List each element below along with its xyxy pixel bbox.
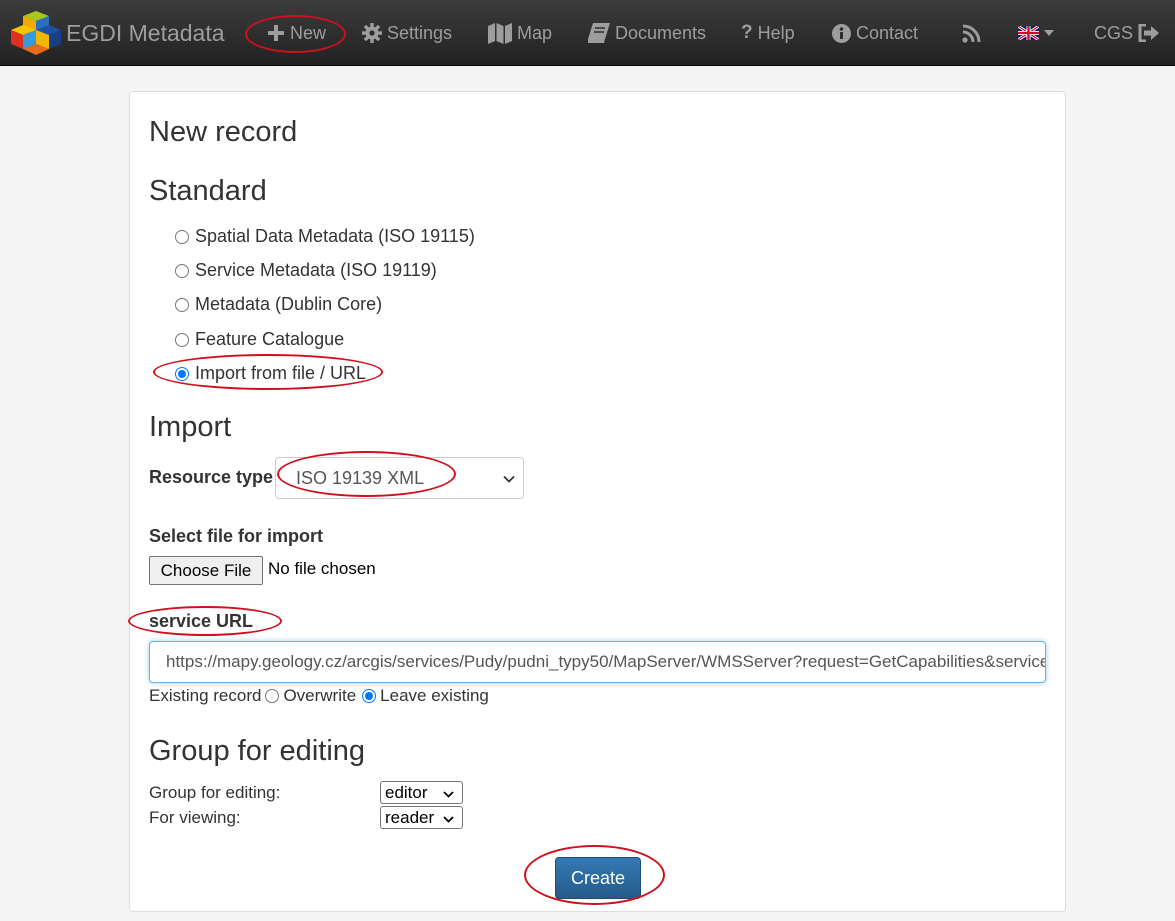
question-icon: ? [741, 22, 753, 43]
nav-documents[interactable]: Documents [588, 0, 706, 66]
nav-help[interactable]: ? Help [741, 0, 795, 66]
logo-cube-icon [11, 11, 61, 55]
select-file-label: Select file for import [149, 526, 324, 546]
choose-file-button[interactable]: Choose File [149, 556, 263, 585]
standard-option-label: Import from file / URL [195, 363, 367, 383]
import-heading: Import [149, 411, 232, 443]
uk-flag-icon [1018, 26, 1039, 40]
leave-existing-label: Leave existing [380, 686, 489, 705]
radio-button[interactable] [175, 263, 189, 278]
nav-settings-label: Settings [387, 22, 453, 43]
plus-icon [267, 24, 285, 42]
page-title: New record [149, 116, 298, 148]
rss-icon [962, 24, 981, 43]
chevron-down-icon [443, 808, 454, 828]
radio-button[interactable] [175, 229, 189, 244]
nav-settings[interactable]: Settings [362, 0, 452, 66]
existing-record-row: Existing record Overwrite Leave existing [149, 686, 489, 706]
nav-documents-label: Documents [615, 22, 707, 43]
group-editing-label: Group for editing: [149, 783, 281, 802]
resource-type-select[interactable]: ISO 19139 XML [275, 457, 524, 499]
standard-option-dublin-core[interactable]: Metadata (Dublin Core) [175, 294, 382, 315]
service-url-input[interactable]: https://mapy.geology.cz/arcgis/services/… [149, 641, 1046, 683]
nav-rss[interactable] [962, 0, 981, 66]
nav-user-logout[interactable]: CGS [1094, 0, 1160, 66]
chevron-down-icon [443, 783, 454, 803]
service-url-label: service URL [149, 611, 254, 631]
nav-new[interactable]: New [267, 0, 326, 66]
resource-type-label: Resource type [149, 467, 274, 487]
standard-option-iso19119[interactable]: Service Metadata (ISO 19119) [175, 260, 437, 281]
resource-type-value: ISO 19139 XML [296, 467, 425, 488]
overwrite-label: Overwrite [283, 686, 357, 705]
create-button[interactable]: Create [555, 857, 641, 899]
nav-user-label: CGS [1094, 22, 1134, 43]
viewing-label: For viewing: [149, 808, 241, 827]
leave-existing-radio[interactable] [362, 689, 377, 703]
standard-option-label: Spatial Data Metadata (ISO 19115) [195, 226, 475, 246]
logout-icon [1138, 24, 1160, 42]
viewing-value: reader [385, 807, 435, 827]
top-navbar: EGDI Metadata New Settings Map Documents… [0, 0, 1175, 66]
standard-heading: Standard [149, 175, 267, 207]
standard-option-label: Metadata (Dublin Core) [195, 294, 383, 314]
group-editing-value: editor [385, 782, 428, 802]
new-record-panel: New record Standard Spatial Data Metadat… [128, 91, 1066, 912]
radio-button[interactable] [175, 332, 189, 347]
radio-button-checked[interactable] [175, 366, 189, 381]
language-dropdown[interactable] [1018, 0, 1054, 66]
nav-new-label: New [290, 22, 327, 43]
nav-contact[interactable]: Contact [832, 0, 918, 66]
nav-map-label: Map [517, 22, 553, 43]
map-icon [488, 22, 512, 44]
standard-option-feature-catalogue[interactable]: Feature Catalogue [175, 329, 344, 350]
no-file-text: No file chosen [268, 559, 376, 578]
gear-icon [362, 23, 382, 43]
chevron-down-icon [503, 468, 515, 489]
radio-button[interactable] [175, 297, 189, 312]
book-icon [588, 23, 610, 43]
standard-option-import[interactable]: Import from file / URL [175, 363, 366, 384]
standard-option-iso19115[interactable]: Spatial Data Metadata (ISO 19115) [175, 226, 475, 247]
group-heading: Group for editing [149, 735, 366, 767]
nav-help-label: Help [757, 22, 795, 43]
overwrite-radio[interactable] [265, 689, 280, 703]
nav-map[interactable]: Map [488, 0, 552, 66]
caret-down-icon [1044, 30, 1054, 36]
existing-record-label: Existing record [149, 686, 262, 705]
nav-contact-label: Contact [856, 22, 919, 43]
standard-option-label: Service Metadata (ISO 19119) [195, 260, 437, 280]
viewing-select[interactable]: reader [380, 806, 463, 829]
brand-link[interactable]: EGDI Metadata [11, 0, 225, 66]
brand-title: EGDI Metadata [66, 19, 225, 46]
group-editing-select[interactable]: editor [380, 781, 463, 804]
info-icon [832, 23, 851, 43]
standard-option-label: Feature Catalogue [195, 329, 345, 349]
